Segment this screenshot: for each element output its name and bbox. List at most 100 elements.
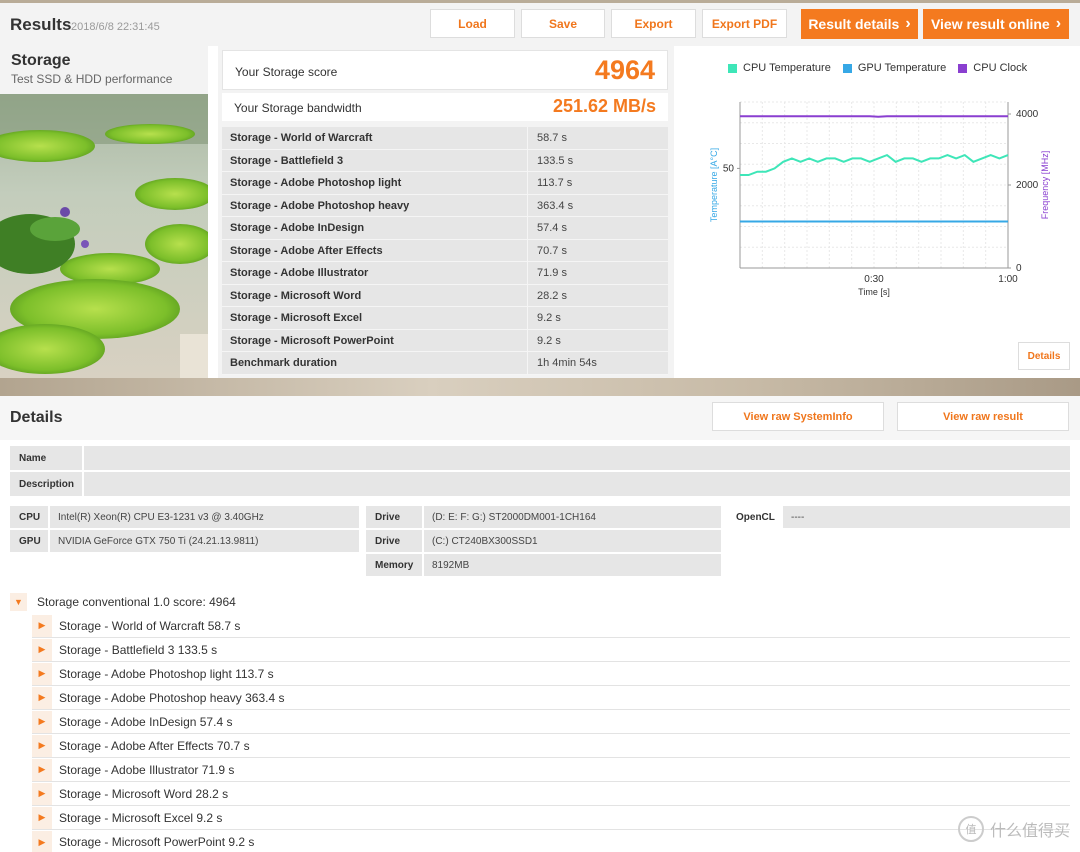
row-label: Storage - Adobe Photoshop heavy: [222, 194, 527, 217]
tree-item-label: Storage - World of Warcraft 58.7 s: [59, 618, 241, 633]
watermark-text: 什么值得买: [989, 823, 1070, 840]
row-label: Storage - Microsoft PowerPoint: [222, 329, 527, 352]
tree-item-label: Storage - Adobe Illustrator 71.9 s: [59, 762, 235, 777]
chevron-right-icon: ›: [905, 15, 911, 32]
save-button[interactable]: Save: [521, 9, 605, 38]
row-value: 133.5 s: [527, 149, 668, 172]
view-raw-result-button[interactable]: View raw result: [897, 402, 1069, 431]
tree-item[interactable]: ▶ Storage - World of Warcraft 58.7 s: [32, 614, 1070, 638]
y-axis-label: Temperature [A°C]: [709, 148, 719, 222]
score-table: Storage - World of Warcraft 58.7 s Storag…: [222, 127, 668, 375]
tree-item[interactable]: ▶ Storage - Microsoft Excel 9.2 s: [32, 806, 1070, 830]
drive-value: (C:) CT240BX300SSD1: [424, 530, 721, 552]
tree-item[interactable]: ▶ Storage - Adobe Photoshop heavy 363.4 s: [32, 686, 1070, 710]
x-tick-label: 1:00: [998, 274, 1018, 285]
x-axis-label: Time [s]: [858, 287, 890, 297]
table-row: Storage - Adobe InDesign 57.4 s: [222, 217, 668, 240]
table-row: Storage - Adobe Photoshop heavy 363.4 s: [222, 194, 668, 217]
y2-axis-label: Frequency [MHz]: [1040, 151, 1050, 220]
row-value: 70.7 s: [527, 239, 668, 262]
tree-item[interactable]: ▶ Storage - Adobe Photoshop light 113.7 s: [32, 662, 1070, 686]
tree-item-label: Storage - Adobe Photoshop light 113.7 s: [59, 666, 274, 681]
chevron-right-icon: ›: [1055, 15, 1062, 32]
tree-item[interactable]: ▶ Storage - Adobe After Effects 70.7 s: [32, 734, 1070, 758]
row-value: 58.7 s: [527, 127, 668, 150]
y2-tick-label: 4000: [1016, 109, 1039, 120]
chevron-right-icon[interactable]: ▶: [32, 806, 52, 829]
benchmark-header: Storage Test SSD & HDD performance: [0, 46, 208, 94]
gpu-row: GPU NVIDIA GeForce GTX 750 Ti (24.21.13.…: [10, 530, 359, 552]
monitoring-chart-panel: CPU Temperature GPU Temperature CPU Cloc…: [684, 46, 1080, 378]
drive-label: Drive: [366, 530, 422, 552]
watermark: 值 什么值得买: [957, 816, 1070, 842]
table-row: Storage - Adobe Photoshop light 113.7 s: [222, 172, 668, 195]
tree-root[interactable]: ▼ Storage conventional 1.0 score: 4964: [10, 590, 1070, 614]
score-box: Your Storage score 4964: [222, 50, 668, 90]
chevron-right-icon[interactable]: ▶: [32, 662, 52, 685]
chevron-right-icon[interactable]: ▶: [32, 686, 52, 709]
row-value: 71.9 s: [527, 262, 668, 285]
table-row: Storage - Adobe After Effects 70.7 s: [222, 239, 668, 262]
export-pdf-button[interactable]: Export PDF: [702, 9, 787, 38]
row-value: 9.2 s: [527, 307, 668, 330]
opencl-row: OpenCL ----: [727, 506, 1070, 528]
details-header: Details View raw SystemInfo View raw res…: [0, 396, 1080, 440]
view-online-label: View result online: [930, 16, 1050, 32]
view-online-button[interactable]: View result online ›: [923, 9, 1069, 39]
tree-root-label: Storage conventional 1.0 score: 4964: [37, 595, 236, 609]
tree-item-label: Storage - Microsoft PowerPoint 9.2 s: [59, 835, 255, 849]
gpu-value: NVIDIA GeForce GTX 750 Ti (24.21.13.9811…: [50, 530, 359, 552]
view-raw-systeminfo-button[interactable]: View raw SystemInfo: [712, 402, 884, 431]
chevron-right-icon[interactable]: ▶: [32, 734, 52, 757]
export-button[interactable]: Export: [611, 9, 696, 38]
description-value: [84, 472, 1070, 496]
chevron-right-icon[interactable]: ▶: [32, 782, 52, 805]
x-tick-label: 0:30: [864, 274, 884, 285]
monitoring-chart: 50 4000 2000 0 0:30 1:00 Time [s] Temperature […: [709, 101, 1050, 297]
name-label: Name: [10, 446, 82, 470]
tree-item-label: Storage - Microsoft Word 28.2 s: [59, 786, 229, 801]
row-value: 57.4 s: [527, 217, 668, 240]
row-label: Storage - Adobe Photoshop light: [222, 172, 527, 195]
chevron-right-icon[interactable]: ▶: [32, 758, 52, 781]
score-panel: Your Storage score 4964 Your Storage ban…: [218, 46, 674, 378]
drive-value: (D: E: F: G:) ST2000DM001-1CH164: [424, 506, 721, 528]
memory-value: 8192MB: [424, 554, 721, 576]
row-value: 9.2 s: [527, 329, 668, 352]
drive-label: Drive: [366, 506, 422, 528]
tree-item-label: Storage - Microsoft Excel 9.2 s: [59, 810, 223, 825]
tree-item[interactable]: ▶ Storage - Microsoft PowerPoint 9.2 s: [32, 830, 1070, 852]
chevron-right-icon[interactable]: ▶: [32, 710, 52, 733]
chart-details-button[interactable]: Details: [1018, 342, 1070, 370]
tree-item[interactable]: ▶ Storage - Microsoft Word 28.2 s: [32, 782, 1070, 806]
row-value: 363.4 s: [527, 194, 668, 217]
row-label: Benchmark duration: [222, 352, 527, 375]
opencl-value: ----: [783, 506, 1070, 528]
drive-row: Drive (D: E: F: G:) ST2000DM001-1CH164: [366, 506, 721, 528]
result-details-label: Result details: [808, 16, 900, 32]
cpu-row: CPU Intel(R) Xeon(R) CPU E3-1231 v3 @ 3.…: [10, 506, 359, 528]
table-row: Storage - Battlefield 3 133.5 s: [222, 149, 668, 172]
table-row: Storage - World of Warcraft 58.7 s: [222, 127, 668, 150]
tree-item[interactable]: ▶ Storage - Adobe Illustrator 71.9 s: [32, 758, 1070, 782]
opencl-label: OpenCL: [727, 506, 781, 528]
tree-item-label: Storage - Adobe After Effects 70.7 s: [59, 738, 250, 753]
cpu-label: CPU: [10, 506, 48, 528]
description-label: Description: [10, 472, 82, 496]
chevron-down-icon[interactable]: ▼: [10, 593, 27, 611]
cpu-value: Intel(R) Xeon(R) CPU E3-1231 v3 @ 3.40GH…: [50, 506, 359, 528]
chevron-right-icon[interactable]: ▶: [32, 614, 52, 637]
tree-item[interactable]: ▶ Storage - Adobe InDesign 57.4 s: [32, 710, 1070, 734]
row-label: Storage - World of Warcraft: [222, 127, 527, 150]
name-value: [84, 446, 1070, 470]
tree-item-label: Storage - Adobe Photoshop heavy 363.4 s: [59, 690, 285, 705]
benchmark-name: Storage: [11, 52, 71, 69]
memory-label: Memory: [366, 554, 422, 576]
result-details-button[interactable]: Result details ›: [801, 9, 918, 39]
benchmark-subtitle: Test SSD & HDD performance: [11, 72, 173, 86]
tree-item-label: Storage - Adobe InDesign 57.4 s: [59, 714, 233, 729]
chevron-right-icon[interactable]: ▶: [32, 831, 52, 852]
chevron-right-icon[interactable]: ▶: [32, 638, 52, 661]
load-button[interactable]: Load: [430, 9, 515, 38]
tree-item[interactable]: ▶ Storage - Battlefield 3 133.5 s: [32, 638, 1070, 662]
